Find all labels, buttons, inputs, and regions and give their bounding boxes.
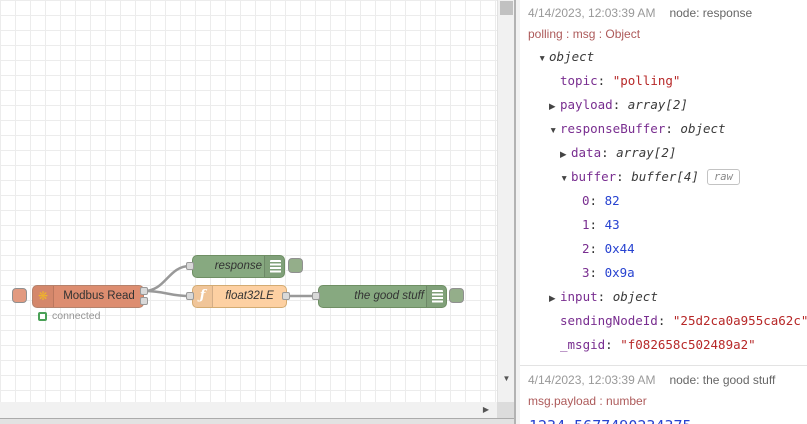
tree-value: "f082658c502489a2" bbox=[620, 337, 756, 352]
debug-message: 4/14/2023, 12:03:39 AM node: response pol… bbox=[520, 0, 807, 365]
tree-key: 2 bbox=[582, 241, 590, 256]
tree-value: 0x44 bbox=[604, 241, 635, 256]
expand-icon[interactable]: ▶ bbox=[549, 94, 560, 118]
tree-key: data bbox=[571, 145, 602, 160]
tree-row: 1: 43 bbox=[582, 217, 620, 232]
tree-row: 2: 0x44 bbox=[582, 241, 635, 256]
debug-message-meta: 4/14/2023, 12:03:39 AM node: the good stu… bbox=[520, 370, 807, 390]
node-status-text: connected bbox=[52, 310, 101, 322]
debug-timestamp: 4/14/2023, 12:03:39 AM bbox=[528, 6, 656, 20]
tree-type: object bbox=[680, 121, 726, 136]
wire-modbus-response[interactable] bbox=[142, 264, 192, 293]
wires-layer bbox=[142, 264, 316, 298]
tree-type: array[2] bbox=[616, 145, 677, 160]
tree-row: ▼ responseBuffer: object bbox=[520, 117, 807, 141]
debug-icon bbox=[264, 256, 284, 277]
vertical-scrollbar-thumb[interactable] bbox=[500, 1, 513, 15]
raw-button[interactable]: raw bbox=[706, 169, 740, 185]
response-debug-toggle-button[interactable] bbox=[288, 258, 303, 273]
tree-row: ▶ input: object bbox=[520, 285, 807, 309]
tree-row: ▼ object bbox=[520, 45, 807, 69]
tree-key: buffer bbox=[571, 169, 617, 184]
tree-type: buffer[4] bbox=[631, 169, 699, 184]
tree-key: 0 bbox=[582, 193, 590, 208]
tree-key: sendingNodeId bbox=[560, 313, 658, 328]
scrollbar-corner bbox=[497, 402, 514, 418]
tree-key: topic bbox=[560, 73, 598, 88]
tree-key: input bbox=[560, 289, 598, 304]
tree-value: "25d2ca0a955ca62c" bbox=[672, 313, 807, 328]
node-label: response bbox=[214, 260, 262, 272]
tree-type: array[2] bbox=[627, 97, 688, 112]
node-red-app: ❋ Modbus Read connected response ƒ float… bbox=[0, 0, 807, 424]
tree-key: _msgid bbox=[560, 337, 606, 352]
tree-key: responseBuffer bbox=[560, 121, 666, 136]
debug-message-meta: 4/14/2023, 12:03:39 AM node: response bbox=[520, 3, 807, 23]
node-the-good-stuff[interactable]: the good stuff bbox=[318, 285, 447, 308]
tree-key: 3 bbox=[582, 265, 590, 280]
debug-tree: ▼ object topic: "polling" ▶ payload: array[2… bbox=[520, 45, 807, 357]
node-float32le[interactable]: ƒ float32LE bbox=[192, 285, 287, 308]
tree-value: 43 bbox=[604, 217, 620, 232]
tree-value: "polling" bbox=[612, 73, 681, 88]
expand-icon[interactable]: ▶ bbox=[560, 142, 571, 166]
node-label: Modbus Read bbox=[63, 290, 135, 302]
tree-key: 1 bbox=[582, 217, 590, 232]
tree-type: object bbox=[612, 289, 658, 304]
tree-row: topic: "polling" bbox=[560, 73, 681, 88]
horizontal-scrollbar[interactable]: ▶ bbox=[0, 402, 497, 418]
modbus-output-port-2[interactable] bbox=[140, 297, 148, 305]
node-label: float32LE bbox=[225, 290, 274, 302]
tree-row: sendingNodeId: "25d2ca0a955ca62c" bbox=[560, 313, 807, 328]
wire-modbus-function[interactable] bbox=[142, 289, 192, 298]
node-modbus-read[interactable]: ❋ Modbus Read bbox=[32, 285, 144, 308]
debug-message: 4/14/2023, 12:03:39 AM node: the good stu… bbox=[520, 365, 807, 424]
debug-message-topic: polling : msg : Object bbox=[528, 27, 641, 41]
collapse-icon[interactable]: ▼ bbox=[549, 118, 560, 142]
modbus-node-button[interactable] bbox=[12, 288, 27, 303]
debug-sidebar: 4/14/2023, 12:03:39 AM node: response pol… bbox=[520, 0, 807, 424]
debug-source-node: node: the good stuff bbox=[669, 373, 776, 387]
tree-row: ▼ buffer: buffer[4] raw bbox=[520, 165, 807, 189]
tree-value: 0x9a bbox=[604, 265, 635, 280]
debug-source-node: node: response bbox=[669, 6, 753, 20]
function-icon: ƒ bbox=[193, 286, 213, 307]
node-label: the good stuff bbox=[354, 290, 424, 302]
node-response[interactable]: response bbox=[192, 255, 285, 278]
scroll-down-icon[interactable]: ▼ bbox=[498, 371, 515, 387]
goodstuff-debug-toggle-button[interactable] bbox=[449, 288, 464, 303]
debug-icon bbox=[426, 286, 446, 307]
debug-message-topic: msg.payload : number bbox=[528, 394, 647, 408]
tree-row: ▶ payload: array[2] bbox=[520, 93, 807, 117]
debug-timestamp: 4/14/2023, 12:03:39 AM bbox=[528, 373, 656, 387]
debug-payload-value: 1234.5677490234375 bbox=[520, 417, 807, 424]
tree-row: ▶ data: array[2] bbox=[520, 141, 807, 165]
expand-icon[interactable]: ▶ bbox=[549, 286, 560, 310]
function-output-port[interactable] bbox=[282, 292, 290, 300]
scroll-right-icon[interactable]: ▶ bbox=[483, 402, 489, 418]
modbus-output-port-1[interactable] bbox=[140, 287, 148, 295]
window-bottom-edge bbox=[0, 418, 514, 424]
flow-canvas[interactable]: ❋ Modbus Read connected response ƒ float… bbox=[0, 0, 497, 402]
function-input-port[interactable] bbox=[186, 292, 194, 300]
tree-value: 82 bbox=[604, 193, 620, 208]
response-input-port[interactable] bbox=[186, 262, 194, 270]
modbus-icon: ❋ bbox=[33, 286, 54, 307]
tree-row: 3: 0x9a bbox=[582, 265, 635, 280]
collapse-icon[interactable]: ▼ bbox=[560, 166, 571, 190]
goodstuff-input-port[interactable] bbox=[312, 292, 320, 300]
tree-type: object bbox=[549, 49, 595, 64]
node-status-icon bbox=[38, 312, 47, 321]
vertical-scrollbar[interactable]: ▼ bbox=[497, 0, 514, 402]
tree-row: 0: 82 bbox=[582, 193, 620, 208]
tree-key: payload bbox=[560, 97, 613, 112]
collapse-icon[interactable]: ▼ bbox=[538, 46, 549, 70]
tree-row: _msgid: "f082658c502489a2" bbox=[560, 337, 756, 352]
